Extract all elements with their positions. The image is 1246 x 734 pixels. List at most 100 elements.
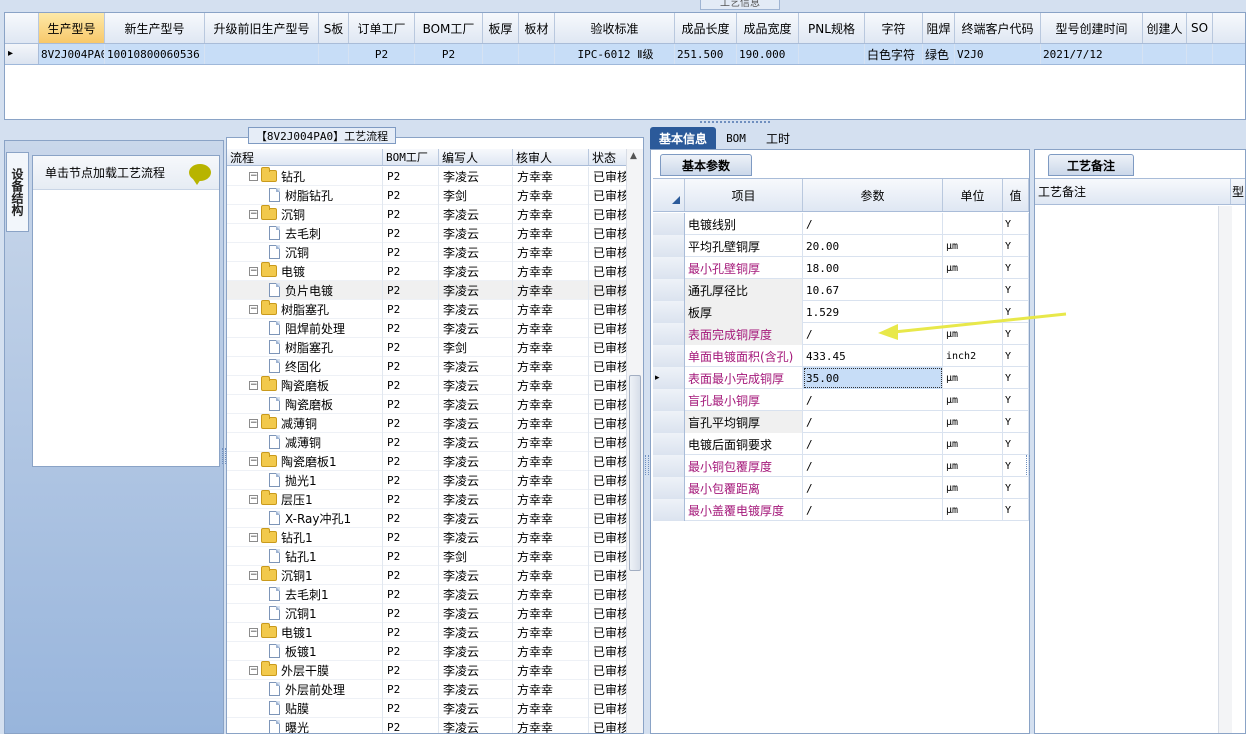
param-value-input[interactable]: 433.45 — [803, 345, 943, 367]
load-flow-header[interactable]: 单击节点加载工艺流程 — [33, 156, 219, 190]
flow-node[interactable]: − 树脂塞孔 — [227, 299, 383, 319]
flow-node[interactable]: 负片电镀 — [227, 280, 383, 300]
cell-4[interactable]: P2 — [349, 44, 415, 64]
column-10[interactable]: 成品宽度 — [737, 13, 799, 43]
flow-tree-row[interactable]: − 减薄铜 P2 李凌云 方幸幸 已审核 — [227, 413, 627, 433]
row-selector[interactable]: ▸ — [653, 367, 685, 389]
row-selector[interactable] — [653, 345, 685, 367]
cell-16[interactable] — [1143, 44, 1187, 64]
row-selector[interactable] — [653, 257, 685, 279]
flow-tree-row[interactable]: 去毛刺1 P2 李凌云 方幸幸 已审核 — [227, 584, 627, 604]
process-remarks-tab[interactable]: 工艺备注 — [1048, 154, 1134, 176]
column-7[interactable]: 板材 — [519, 13, 555, 43]
flow-tree-row[interactable]: 负片电镀 P2 李凌云 方幸幸 已审核 — [227, 280, 627, 300]
column-11[interactable]: PNL规格 — [799, 13, 865, 43]
flow-node[interactable]: X-Ray冲孔1 — [227, 508, 383, 528]
flow-tree-row[interactable]: 陶瓷磨板 P2 李凌云 方幸幸 已审核 — [227, 394, 627, 414]
flow-tree-row[interactable]: − 电镀1 P2 李凌云 方幸幸 已审核 — [227, 622, 627, 642]
param-row[interactable]: ▸ 表面最小完成铜厚 35.00 μm Y — [653, 367, 1029, 389]
row-selector[interactable] — [653, 477, 685, 499]
param-row[interactable]: 电镀线别 / Y — [653, 213, 1029, 235]
collapse-icon[interactable]: − — [249, 456, 258, 466]
param-row[interactable]: 盲孔平均铜厚 / μm Y — [653, 411, 1029, 433]
param-row[interactable]: 最小孔壁铜厚 18.00 μm Y — [653, 257, 1029, 279]
cell-7[interactable] — [519, 44, 555, 64]
collapse-icon[interactable]: − — [249, 627, 258, 637]
param-row[interactable]: 最小盖覆电镀厚度 / μm Y — [653, 499, 1029, 521]
middle-splitter[interactable] — [645, 455, 649, 475]
param-value-input[interactable]: 35.00 — [803, 367, 943, 389]
flow-tree-row[interactable]: − 外层干膜 P2 李凌云 方幸幸 已审核 — [227, 660, 627, 680]
flow-node[interactable]: 去毛刺1 — [227, 584, 383, 604]
cell-11[interactable] — [799, 44, 865, 64]
cell-12[interactable]: 白色字符 — [865, 44, 923, 64]
cell-2[interactable] — [205, 44, 319, 64]
collapse-icon[interactable]: − — [249, 171, 258, 181]
flow-tree-row[interactable]: 钻孔1 P2 李剑 方幸幸 已审核 — [227, 546, 627, 566]
param-row[interactable]: 最小包覆距离 / μm Y — [653, 477, 1029, 499]
flow-node[interactable]: − 外层干膜 — [227, 660, 383, 680]
cell-14[interactable]: V2J0 — [955, 44, 1041, 64]
flow-tree-row[interactable]: − 钻孔1 P2 李凌云 方幸幸 已审核 — [227, 527, 627, 547]
flow-node[interactable]: 沉铜 — [227, 242, 383, 262]
tab-basic-info[interactable]: 基本信息 — [650, 127, 716, 149]
cell-8[interactable]: IPC-6012 Ⅱ级 — [555, 44, 675, 64]
column-13[interactable]: 阻焊 — [923, 13, 955, 43]
flow-tree-row[interactable]: 阻焊前处理 P2 李凌云 方幸幸 已审核 — [227, 318, 627, 338]
column-6[interactable]: 板厚 — [483, 13, 519, 43]
param-row[interactable]: 最小铜包覆厚度 / μm Y — [653, 455, 1029, 477]
param-value-input[interactable]: / — [803, 433, 943, 455]
column-param[interactable]: 参数 — [803, 179, 943, 211]
flow-tree-row[interactable]: 沉铜1 P2 李凌云 方幸幸 已审核 — [227, 603, 627, 623]
flow-tree-row[interactable]: 沉铜 P2 李凌云 方幸幸 已审核 — [227, 242, 627, 262]
flow-tree-row[interactable]: − 层压1 P2 李凌云 方幸幸 已审核 — [227, 489, 627, 509]
flow-tree-row[interactable]: 板镀1 P2 李凌云 方幸幸 已审核 — [227, 641, 627, 661]
flow-tree-row[interactable]: X-Ray冲孔1 P2 李凌云 方幸幸 已审核 — [227, 508, 627, 528]
cell-17[interactable] — [1187, 44, 1213, 64]
flow-node[interactable]: 减薄铜 — [227, 432, 383, 452]
column-remarks[interactable]: 工艺备注 — [1035, 179, 1231, 204]
column-1[interactable]: 新生产型号 — [105, 13, 205, 43]
param-value-input[interactable]: / — [803, 455, 943, 477]
flow-tree-row[interactable]: 减薄铜 P2 李凌云 方幸幸 已审核 — [227, 432, 627, 452]
cell-10[interactable]: 190.000 — [737, 44, 799, 64]
row-selector[interactable] — [653, 499, 685, 521]
flow-column-3[interactable]: 核审人 — [513, 149, 589, 165]
flow-tree-row[interactable]: − 陶瓷磨板 P2 李凌云 方幸幸 已审核 — [227, 375, 627, 395]
flow-tree-row[interactable]: − 沉铜1 P2 李凌云 方幸幸 已审核 — [227, 565, 627, 585]
collapse-icon[interactable]: − — [249, 570, 258, 580]
collapse-icon[interactable]: − — [249, 304, 258, 314]
flow-node[interactable]: − 沉铜 — [227, 204, 383, 224]
scroll-up-icon[interactable]: ▲ — [630, 151, 637, 161]
param-value-input[interactable]: / — [803, 499, 943, 521]
column-14[interactable]: 终端客户代码 — [955, 13, 1041, 43]
param-row[interactable]: 盲孔最小铜厚 / μm Y — [653, 389, 1029, 411]
flow-node[interactable]: − 陶瓷磨板 — [227, 375, 383, 395]
cell-3[interactable] — [319, 44, 349, 64]
column-unit[interactable]: 单位 — [943, 179, 1003, 211]
collapse-icon[interactable]: − — [249, 532, 258, 542]
flow-node[interactable]: 去毛刺 — [227, 223, 383, 243]
column-3[interactable]: S板 — [319, 13, 349, 43]
flow-tree-row[interactable]: − 电镀 P2 李凌云 方幸幸 已审核 — [227, 261, 627, 281]
param-value-input[interactable]: / — [803, 477, 943, 499]
right-splitter[interactable] — [1026, 455, 1030, 475]
flow-node[interactable]: − 钻孔1 — [227, 527, 383, 547]
column-15[interactable]: 型号创建时间 — [1041, 13, 1143, 43]
scrollbar-thumb[interactable] — [629, 375, 641, 571]
param-value-input[interactable]: / — [803, 213, 943, 235]
column-4[interactable]: 订单工厂 — [349, 13, 415, 43]
row-selector[interactable] — [653, 279, 685, 301]
flow-node[interactable]: − 电镀 — [227, 261, 383, 281]
param-row[interactable]: 通孔厚径比 10.67 Y — [653, 279, 1029, 301]
flow-tree-row[interactable]: − 沉铜 P2 李凌云 方幸幸 已审核 — [227, 204, 627, 224]
collapse-icon[interactable]: − — [249, 494, 258, 504]
flow-column-4[interactable]: 状态 — [589, 149, 627, 165]
param-row[interactable]: 平均孔壁铜厚 20.00 μm Y — [653, 235, 1029, 257]
param-value-input[interactable]: 20.00 — [803, 235, 943, 257]
flow-node[interactable]: 终固化 — [227, 356, 383, 376]
flow-tree-row[interactable]: 树脂钻孔 P2 李剑 方幸幸 已审核 — [227, 185, 627, 205]
row-selector[interactable] — [653, 389, 685, 411]
flow-tree-row[interactable]: 外层前处理 P2 李凌云 方幸幸 已审核 — [227, 679, 627, 699]
column-0[interactable]: 生产型号 — [39, 13, 105, 43]
